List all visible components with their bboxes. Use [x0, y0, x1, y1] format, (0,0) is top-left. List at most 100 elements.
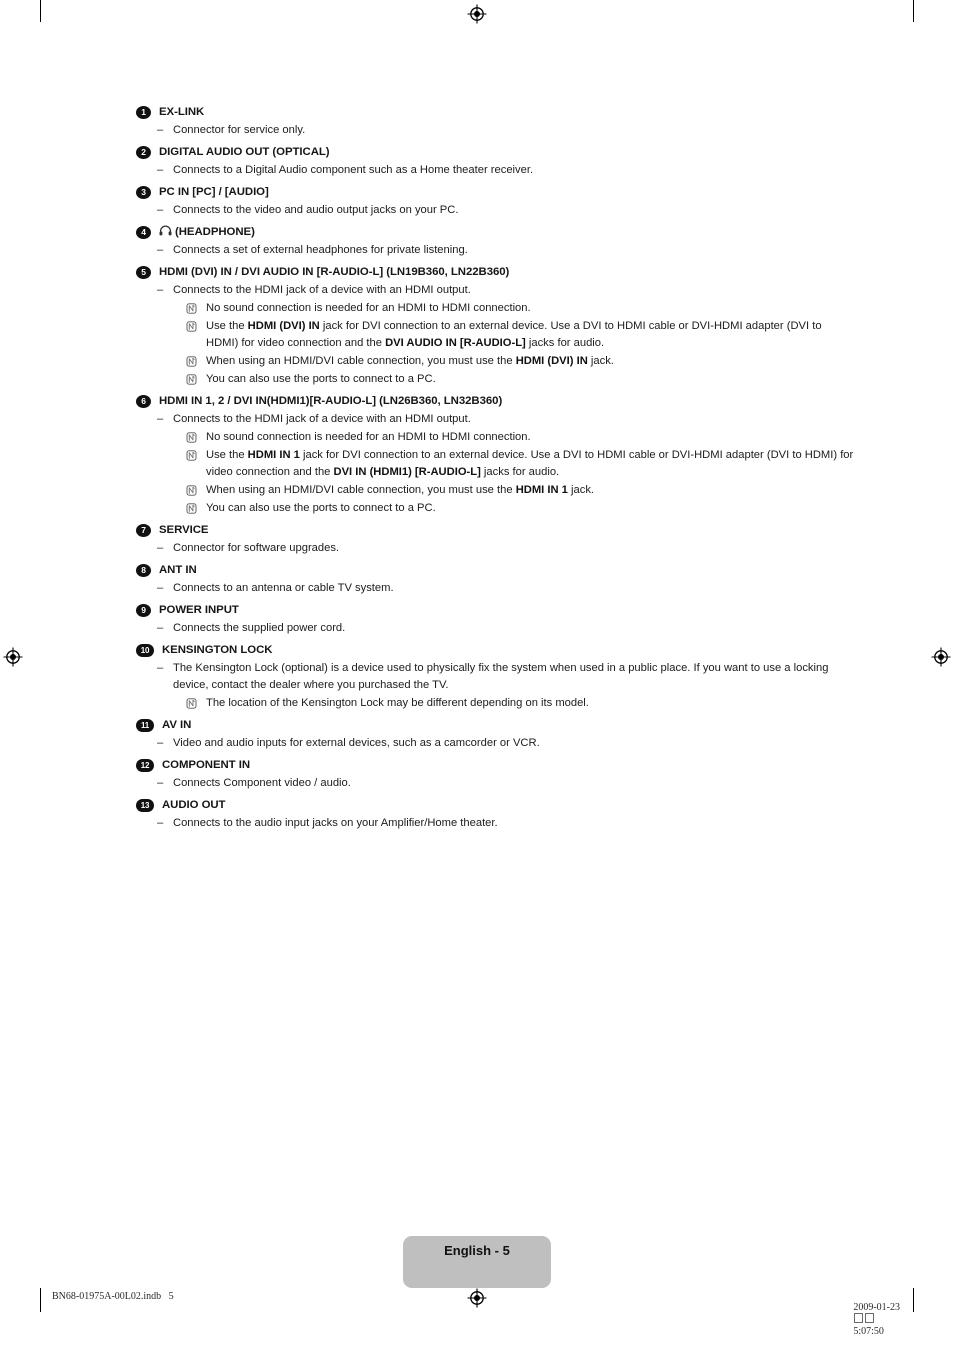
dash-bullet-icon: –	[157, 622, 164, 634]
connector-description-line: – Connects to the HDMI jack of a device w…	[136, 411, 856, 428]
dash-bullet-icon: –	[157, 204, 164, 216]
connector-description-line: – Connects Component video / audio.	[136, 775, 856, 792]
connector-list: 1 EX-LINK – Connector for service only. 2 DIG…	[136, 104, 856, 837]
connector-entry-heading: 1 EX-LINK	[136, 104, 856, 120]
registration-mark-icon	[467, 4, 487, 24]
registration-mark-icon	[3, 647, 23, 667]
connector-description-text: The Kensington Lock (optional) is a devi…	[173, 662, 829, 691]
connector-entry-heading: 12 COMPONENT IN	[136, 757, 856, 773]
page-number-label: English - 5	[444, 1243, 510, 1258]
connector-entry: 7 SERVICE – Connector for software upgrades…	[136, 522, 856, 562]
connector-note-line: No sound connection is needed for an HDM…	[136, 429, 856, 446]
note-icon	[186, 450, 197, 461]
connector-entry: 3 PC IN [PC] / [AUDIO] – Connects to the vi…	[136, 184, 856, 224]
connector-title: PC IN [PC] / [AUDIO]	[159, 186, 269, 198]
note-icon	[186, 321, 197, 332]
connector-title: SERVICE	[159, 524, 209, 536]
connector-description-text: Connector for software upgrades.	[173, 542, 340, 554]
connector-entry-heading: 6 HDMI IN 1, 2 / DVI IN(HDMI1)[R-AUDIO-L]…	[136, 393, 856, 409]
connector-title: HDMI (DVI) IN / DVI AUDIO IN [R-AUDIO-L]…	[159, 266, 510, 278]
print-footer-filename: BN68-01975A-00L02.indb 5	[52, 1291, 174, 1302]
connector-description-line: – Connects to the video and audio output …	[136, 202, 856, 219]
connector-description-line: – Connects to the audio input jacks on yo…	[136, 815, 856, 832]
connector-entry: 9 POWER INPUT – Connects the supplied power…	[136, 602, 856, 642]
dash-bullet-icon: –	[157, 164, 164, 176]
crop-mark-top-left	[40, 0, 41, 22]
connector-description-line: – Connector for software upgrades.	[136, 540, 856, 557]
connector-title: (HEADPHONE)	[159, 224, 255, 240]
connector-description-text: Connects a set of external headphones fo…	[173, 244, 468, 256]
connector-title: AUDIO OUT	[162, 799, 226, 811]
connector-description-text: Connects to the video and audio output j…	[173, 204, 459, 216]
connector-entry: 11 AV IN – Video and audio inputs for exter…	[136, 717, 856, 757]
connector-description-line: – Connects to an antenna or cable TV syst…	[136, 580, 856, 597]
connector-title-text: (HEADPHONE)	[175, 226, 255, 238]
connector-note-text: No sound connection is needed for an HDM…	[206, 302, 531, 314]
dash-bullet-icon: –	[157, 737, 164, 749]
dash-bullet-icon: –	[157, 817, 164, 829]
connector-entry-heading: 10 KENSINGTON LOCK	[136, 642, 856, 658]
connector-entry: 6 HDMI IN 1, 2 / DVI IN(HDMI1)[R-AUDIO-L]…	[136, 393, 856, 522]
connector-title: HDMI IN 1, 2 / DVI IN(HDMI1)[R-AUDIO-L] …	[159, 395, 503, 407]
connector-number-badge: 2	[136, 146, 151, 159]
connector-number-badge: 9	[136, 604, 151, 617]
entry-spacer	[136, 833, 856, 837]
connector-note-text: You can also use the ports to connect to…	[206, 373, 436, 385]
connector-number-badge: 4	[136, 226, 151, 239]
connector-description-line: – Connector for service only.	[136, 122, 856, 139]
connector-note-text: No sound connection is needed for an HDM…	[206, 431, 531, 443]
connector-number-badge: 7	[136, 524, 151, 537]
dash-bullet-icon: –	[157, 284, 164, 296]
dash-bullet-icon: –	[157, 582, 164, 594]
connector-title: KENSINGTON LOCK	[162, 644, 273, 656]
connector-note-text: The location of the Kensington Lock may …	[206, 697, 589, 709]
connector-description-text: Connects Component video / audio.	[173, 777, 351, 789]
connector-number-badge: 12	[136, 759, 154, 772]
connector-entry: 12 COMPONENT IN – Connects Component video …	[136, 757, 856, 797]
crop-mark-bottom-left	[40, 1288, 41, 1312]
note-icon	[186, 432, 197, 443]
connector-number-badge: 13	[136, 799, 154, 812]
connector-note-text: Use the HDMI IN 1 jack for DVI connectio…	[206, 449, 854, 478]
connector-entry: 1 EX-LINK – Connector for service only.	[136, 104, 856, 144]
connector-entry-heading: 11 AV IN	[136, 717, 856, 733]
connector-note-text: When using an HDMI/DVI cable connection,…	[206, 355, 614, 367]
crop-mark-top-right	[913, 0, 914, 22]
crop-mark-bottom-right	[913, 1288, 914, 1312]
connector-entry-heading: 3 PC IN [PC] / [AUDIO]	[136, 184, 856, 200]
connector-entry: 13 AUDIO OUT – Connects to the audio input …	[136, 797, 856, 837]
print-footer-timestamp: 2009-01-23 5:07:50	[843, 1291, 900, 1348]
connector-description-text: Connector for service only.	[173, 124, 306, 136]
connector-note-line: Use the HDMI IN 1 jack for DVI connectio…	[136, 447, 856, 481]
connector-description-line: – Connects a set of external headphones f…	[136, 242, 856, 259]
connector-note-line: You can also use the ports to connect to…	[136, 371, 856, 388]
dash-bullet-icon: –	[157, 662, 164, 674]
connector-note-line: No sound connection is needed for an HDM…	[136, 300, 856, 317]
connector-number-badge: 3	[136, 186, 151, 199]
dash-bullet-icon: –	[157, 413, 164, 425]
connector-title: EX-LINK	[159, 106, 205, 118]
connector-note-text: Use the HDMI (DVI) IN jack for DVI conne…	[206, 320, 822, 349]
connector-entry-heading: 2 DIGITAL AUDIO OUT (OPTICAL)	[136, 144, 856, 160]
connector-note-text: You can also use the ports to connect to…	[206, 502, 436, 514]
print-footer-date: 2009-01-23	[853, 1302, 900, 1313]
connector-description-text: Video and audio inputs for external devi…	[173, 737, 540, 749]
connector-description-line: – Connects to the HDMI jack of a device w…	[136, 282, 856, 299]
connector-note-line: You can also use the ports to connect to…	[136, 500, 856, 517]
note-icon	[186, 356, 197, 367]
connector-number-badge: 10	[136, 644, 154, 657]
connector-entry-heading: 9 POWER INPUT	[136, 602, 856, 618]
connector-description-text: Connects to the HDMI jack of a device wi…	[173, 413, 471, 425]
connector-note-line: When using an HDMI/DVI cable connection,…	[136, 353, 856, 370]
connector-description-line: – Video and audio inputs for external dev…	[136, 735, 856, 752]
connector-entry: 4 (HEADPHONE) – Connects a set of external …	[136, 224, 856, 264]
connector-entry-heading: 4 (HEADPHONE)	[136, 224, 856, 240]
connector-note-line: The location of the Kensington Lock may …	[136, 695, 856, 712]
connector-note-line: When using an HDMI/DVI cable connection,…	[136, 482, 856, 499]
connector-number-badge: 11	[136, 719, 154, 732]
note-icon	[186, 485, 197, 496]
connector-note-text: When using an HDMI/DVI cable connection,…	[206, 484, 595, 496]
note-icon	[186, 374, 197, 385]
registration-mark-icon	[467, 1288, 487, 1308]
dash-bullet-icon: –	[157, 777, 164, 789]
